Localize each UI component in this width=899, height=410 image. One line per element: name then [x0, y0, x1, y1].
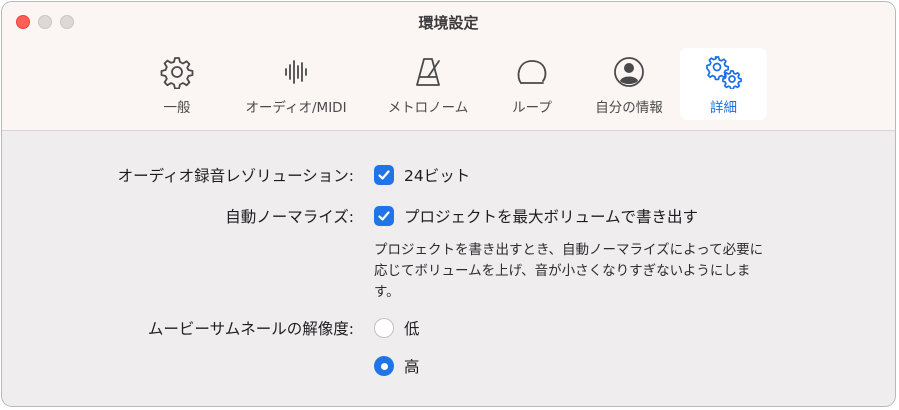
advanced-settings-pane: オーディオ録音レゾリューション: 24ビット 自動ノーマライズ: プロジェクトを…: [2, 131, 895, 406]
tab-loop[interactable]: ループ: [497, 48, 567, 120]
audio-resolution-control: 24ビット: [374, 164, 470, 186]
gears-icon: [705, 52, 743, 92]
auto-normalize-option[interactable]: プロジェクトを最大ボリュームで書き出す: [404, 205, 698, 227]
auto-normalize-checkbox[interactable]: [374, 206, 394, 226]
auto-normalize-label: 自動ノーマライズ:: [225, 208, 354, 226]
auto-normalize-control: プロジェクトを最大ボリュームで書き出す: [374, 205, 698, 227]
audio-resolution-option[interactable]: 24ビット: [404, 164, 470, 186]
title-bar: 環境設定 一般 オーディオ/MIDI メトロノーム ループ 自分の情報 詳細: [2, 2, 895, 131]
radio-high[interactable]: [374, 356, 394, 376]
thumbnail-resolution-low: 低: [374, 317, 420, 339]
tab-label: 一般: [163, 100, 191, 116]
radio-low-label[interactable]: 低: [404, 317, 420, 339]
tab-label: メトロノーム: [387, 100, 469, 116]
checkmark-icon: [378, 170, 390, 180]
tab-label: 詳細: [710, 100, 737, 116]
tab-label: ループ: [512, 100, 552, 116]
thumbnail-resolution-high: 高: [374, 355, 420, 377]
tab-label: 自分の情報: [595, 100, 663, 116]
tab-advanced[interactable]: 詳細: [680, 48, 767, 120]
auto-normalize-description: プロジェクトを書き出すとき、自動ノーマライズによって必要に 応じてボリュームを上…: [374, 240, 874, 303]
description-line: 応じてボリュームを上げ、音が小さくなりすぎないようにしま: [374, 263, 751, 279]
gear-icon: [160, 52, 194, 92]
radio-low[interactable]: [374, 318, 394, 338]
tab-general[interactable]: 一般: [147, 48, 207, 120]
radio-high-label[interactable]: 高: [404, 355, 420, 377]
audio-resolution-label: オーディオ録音レゾリューション:: [117, 167, 354, 185]
thumbnail-resolution-label: ムービーサムネールの解像度:: [147, 320, 354, 338]
preferences-toolbar: 一般 オーディオ/MIDI メトロノーム ループ 自分の情報 詳細: [2, 48, 895, 120]
window-title: 環境設定: [418, 14, 479, 32]
metronome-icon: [411, 52, 445, 92]
loop-icon: [515, 52, 549, 92]
checkmark-icon: [378, 211, 390, 221]
preferences-window: 環境設定 一般 オーディオ/MIDI メトロノーム ループ 自分の情報 詳細 オ…: [1, 1, 896, 407]
tab-label: オーディオ/MIDI: [245, 100, 347, 116]
description-line: す。: [374, 284, 400, 300]
audio-resolution-checkbox[interactable]: [374, 165, 394, 185]
tab-audio-midi[interactable]: オーディオ/MIDI: [230, 48, 362, 120]
tab-my-info[interactable]: 自分の情報: [582, 48, 676, 120]
description-line: プロジェクトを書き出すとき、自動ノーマライズによって必要に: [374, 242, 764, 258]
waveform-icon: [279, 52, 313, 92]
tab-metronome[interactable]: メトロノーム: [375, 48, 481, 120]
person-icon: [612, 52, 646, 92]
